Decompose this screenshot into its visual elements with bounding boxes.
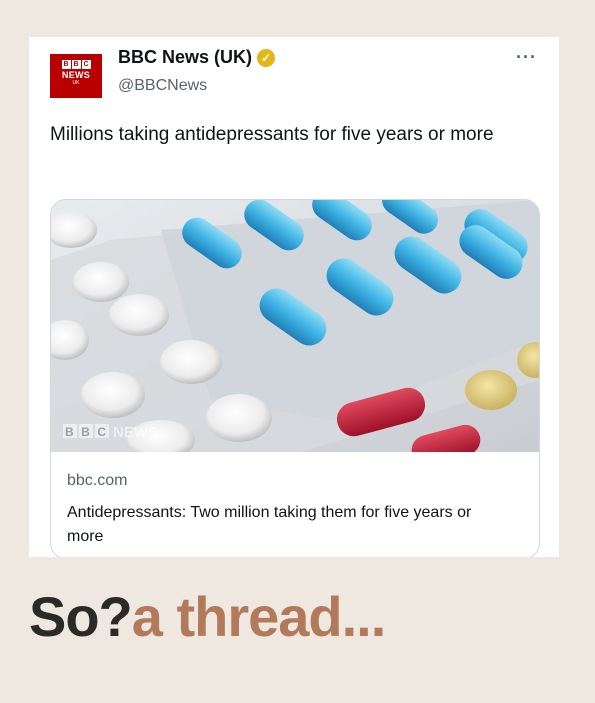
caption-overlay: So?a thread... <box>29 582 387 652</box>
more-options-icon[interactable]: ··· <box>516 47 537 68</box>
logo-word: NEWS <box>61 70 91 80</box>
bbc-watermark: BBC NEWS <box>63 424 158 441</box>
author-row: BBC News (UK) ✓ <box>118 47 276 68</box>
bbc-blocks-logo: B B C <box>61 60 91 69</box>
bbc-news-avatar[interactable]: B B C NEWS UK <box>50 54 102 98</box>
caption-part1: So? <box>29 585 133 648</box>
card-domain[interactable]: bbc.com <box>67 472 127 490</box>
author-name[interactable]: BBC News (UK) <box>118 47 252 68</box>
tweet-embed[interactable]: B B C NEWS UK BBC News (UK) ✓ @BBCNews ·… <box>29 37 559 557</box>
tweet-text: Millions taking antidepressants for five… <box>50 124 494 145</box>
logo-letter: B <box>71 60 81 69</box>
verified-badge-icon: ✓ <box>257 48 276 67</box>
svg-text:BBC: BBC <box>65 425 114 439</box>
link-card[interactable]: BBC NEWS bbc.com Antidepressants: Two mi… <box>50 199 540 557</box>
logo-region: UK <box>72 80 80 86</box>
card-title[interactable]: Antidepressants: Two million taking them… <box>67 501 507 549</box>
svg-text:NEWS: NEWS <box>113 424 158 441</box>
logo-letter: C <box>81 60 91 69</box>
author-handle[interactable]: @BBCNews <box>118 77 207 95</box>
logo-letter: B <box>61 60 71 69</box>
pills-image: BBC NEWS <box>51 200 539 452</box>
caption-part2: a thread... <box>131 585 387 648</box>
